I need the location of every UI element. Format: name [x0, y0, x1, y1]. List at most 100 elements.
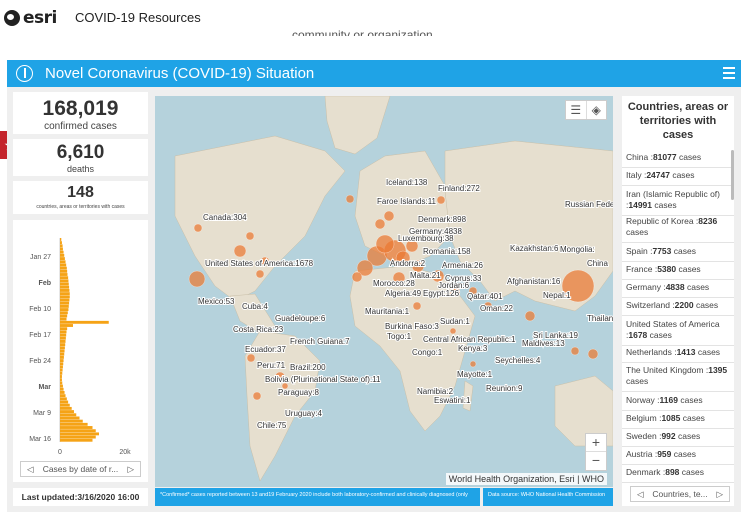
country-label: Maldives:13 [522, 339, 565, 348]
list-item-name: The United Kingdom : [626, 365, 709, 375]
bar [60, 238, 62, 241]
epi-curve-chart: Jan 27 Feb Feb 10 Feb 17 Feb 24 Mar Mar 9 Mar 1… [29, 238, 131, 456]
bar [60, 362, 64, 366]
list-item-name: Netherlands : [626, 347, 677, 357]
country-label: Canada:304 [203, 213, 247, 222]
countries-panel: 148 countries, areas or territories with… [13, 181, 148, 214]
list-item[interactable]: Belgium :1085 cases [626, 413, 734, 424]
list-item-count: 4838 [665, 282, 685, 292]
globe-icon [4, 10, 20, 26]
chevron-left-icon[interactable]: ◁ [637, 489, 644, 500]
chevron-right-icon[interactable]: ▷ [716, 489, 723, 500]
list-separator [622, 464, 734, 465]
list-item-count: 992 [661, 431, 676, 441]
bar [60, 273, 68, 276]
countries-value: 148 [67, 184, 94, 201]
list-separator [622, 362, 734, 363]
map-view[interactable]: Iceland:138 Finland:272 Faroe Islands:11 Ca… [155, 96, 613, 487]
list-item[interactable]: France :5380 cases [626, 264, 734, 275]
country-label: Algeria:49 [385, 289, 422, 298]
zoom-out-button[interactable]: − [586, 452, 606, 469]
x-tick-label: 20k [119, 449, 131, 456]
list-item[interactable]: Italy :24747 cases [626, 170, 734, 181]
country-label: Seychelles:4 [495, 356, 541, 365]
bar [60, 400, 69, 404]
country-label: Romania:158 [423, 247, 471, 256]
bar [60, 289, 70, 292]
case-bubble [412, 301, 422, 311]
country-label: Qatar:401 [467, 292, 503, 301]
country-label: Thailand:1 [587, 314, 613, 323]
confirmed-value: 168,019 [42, 97, 119, 120]
list-item-count: 1395 [708, 365, 728, 375]
bar [60, 403, 70, 407]
list-pager[interactable]: ◁ Countries, te... ▷ [630, 486, 730, 502]
country-label: Denmark:898 [418, 215, 467, 224]
country-label: Peru:71 [257, 361, 286, 370]
list-separator [622, 428, 734, 429]
list-item[interactable]: Austria :959 cases [626, 449, 734, 460]
country-label: Congo:1 [412, 348, 443, 357]
bar [60, 365, 63, 369]
list-item[interactable]: Switzerland :2200 cases [626, 300, 734, 311]
list-item-count: 1413 [676, 347, 696, 357]
country-label: Ecuador:37 [245, 345, 286, 354]
country-label: Russian Fede [565, 200, 613, 209]
bar [60, 314, 68, 318]
list-item-name: Switzerland : [626, 300, 675, 310]
list-item[interactable]: Denmark :898 cases [626, 467, 734, 478]
list-item-suffix: cases [669, 170, 695, 180]
y-tick-label: Mar 9 [33, 410, 51, 417]
esri-logo[interactable]: esri [4, 8, 57, 28]
list-item-suffix: cases [626, 376, 649, 386]
country-label: Uruguay:4 [285, 409, 322, 418]
bar [60, 435, 96, 439]
list-item[interactable]: Iran (Islamic Republic of) :14991 cases [626, 189, 734, 211]
case-bubble [351, 271, 363, 283]
layers-icon[interactable]: ◈ [587, 101, 607, 119]
note-text: *Confirmed* cases reported between 13 an… [160, 492, 468, 498]
list-item[interactable]: China :81077 cases [626, 152, 734, 163]
case-bubble [345, 194, 355, 204]
chart-pager[interactable]: ◁ Cases by date of r... ▷ [20, 461, 141, 477]
bar [60, 333, 67, 337]
map-tools: ☰ ◈ [565, 100, 607, 120]
greenland [324, 96, 391, 155]
bar [60, 320, 109, 324]
list-item[interactable]: Republic of Korea :8236 cases [626, 216, 734, 238]
list-item[interactable]: Germany :4838 cases [626, 282, 734, 293]
country-label: Paraguay:8 [278, 388, 319, 397]
bar [60, 253, 65, 257]
list-item[interactable]: The United Kingdom :1395 cases [626, 365, 734, 387]
menu-icon[interactable] [723, 67, 735, 79]
list-item-suffix: cases [676, 264, 701, 274]
list-item[interactable]: Sweden :992 cases [626, 431, 734, 442]
zoom-in-button[interactable]: + [586, 434, 606, 452]
chevron-right-icon[interactable]: ▷ [127, 464, 134, 475]
bar [60, 266, 67, 270]
site-title[interactable]: COVID-19 Resources [75, 10, 201, 25]
list-scrollbar[interactable] [731, 150, 734, 200]
y-tick-label: Feb 24 [29, 358, 51, 365]
confirmed-panel: 168,019 confirmed cases [13, 92, 148, 134]
case-bubble [255, 269, 265, 279]
chevron-left-icon[interactable]: ◁ [27, 464, 34, 475]
bar [60, 371, 63, 375]
country-label: Kazakhstan:6 [510, 244, 559, 253]
countries-label: countries, areas or territories with cas… [36, 204, 125, 210]
bar [60, 413, 77, 417]
bar [60, 419, 83, 423]
bar [60, 355, 64, 359]
list-item[interactable]: United States of America :1678 cases [626, 319, 734, 341]
country-label: Morocco:28 [373, 279, 415, 288]
bar [60, 263, 67, 267]
list-item[interactable]: Norway :1169 cases [626, 395, 734, 406]
country-label: Faroe Islands:11 [377, 197, 437, 206]
bar [60, 292, 70, 296]
list-item[interactable]: Netherlands :1413 cases [626, 347, 734, 358]
list-item[interactable]: Spain :7753 cases [626, 246, 734, 257]
site-header: esri COVID-19 Resources community or org… [0, 0, 750, 36]
bar [60, 247, 63, 251]
list-view-icon[interactable]: ☰ [566, 101, 587, 119]
list-item-count: 5380 [657, 264, 677, 274]
